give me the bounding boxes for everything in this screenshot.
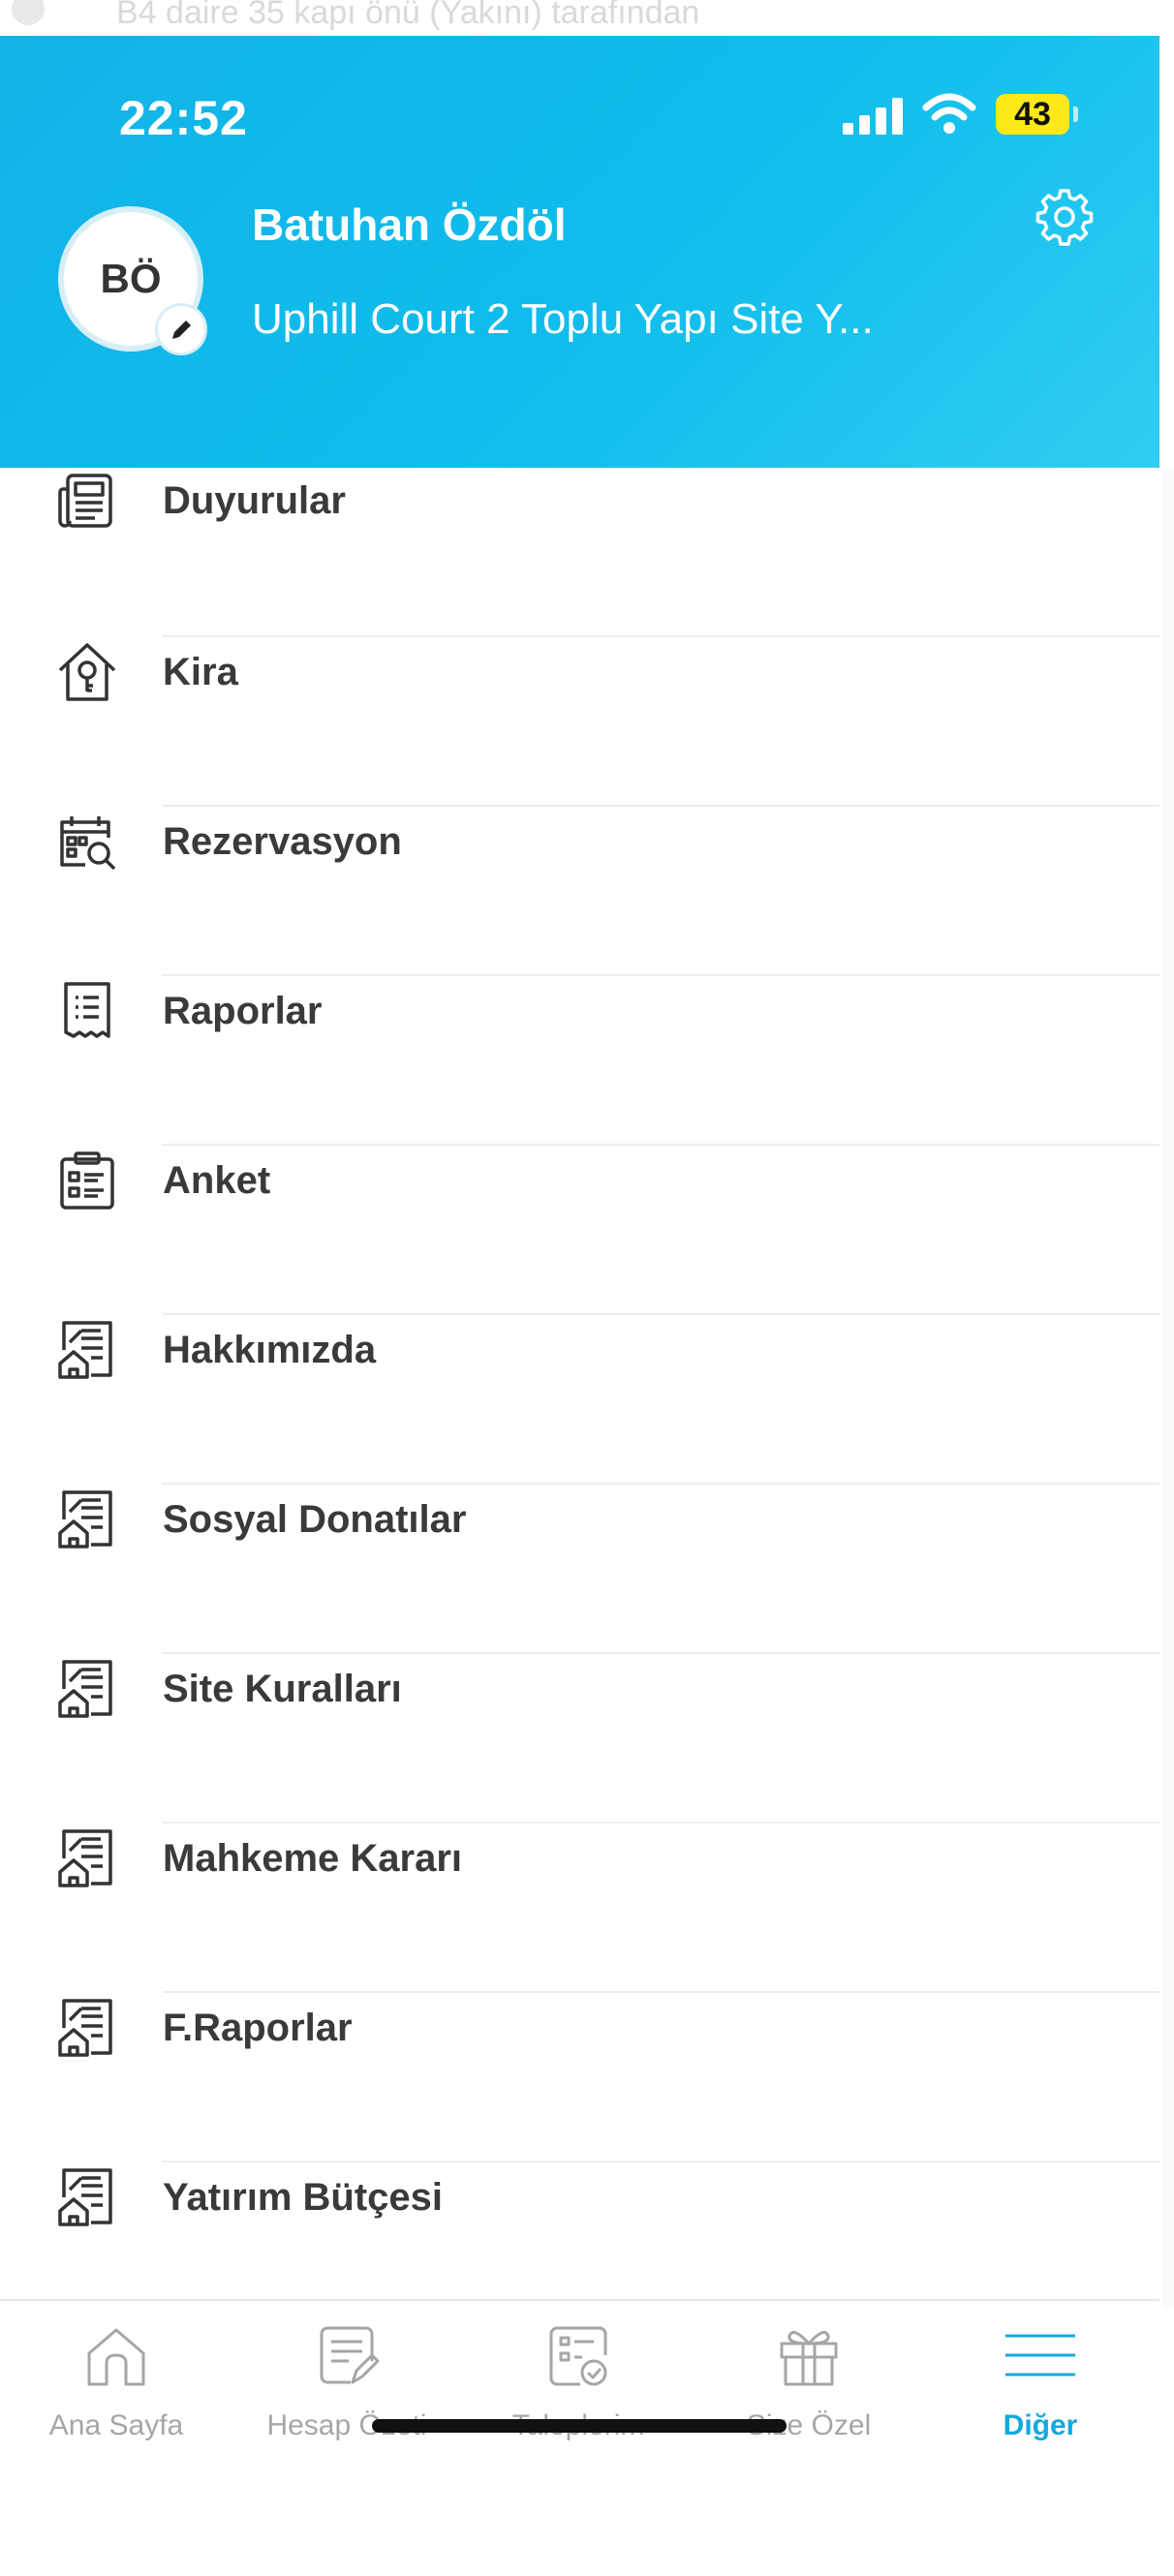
- tab-label: Ana Sayfa: [48, 2409, 184, 2441]
- tab-bar: Ana Sayfa Hesap Özeti Size Özel Diğer: [0, 2299, 1159, 2576]
- menu-item-label: Hakkımızda: [163, 1329, 377, 1371]
- menu-item-mahkeme-karari[interactable]: Mahkeme Kararı: [0, 1824, 1159, 1993]
- tab-label: Diğer: [1003, 2409, 1078, 2441]
- pencil-icon: [172, 321, 191, 339]
- menu-item-site-kurallari[interactable]: Site Kuralları: [0, 1654, 1159, 1824]
- menu-item-label: Sosyal Donatılar: [163, 1498, 467, 1541]
- menu-item-kira[interactable]: Kira: [0, 637, 1159, 807]
- menu-item-label: Duyurular: [163, 479, 346, 522]
- site-name[interactable]: Uphill Court 2 Toplu Yapı Site Y...: [252, 295, 874, 344]
- document-house-icon: [58, 1999, 112, 2057]
- newspaper-icon: [58, 474, 112, 528]
- menu-item-duyurular[interactable]: Duyurular: [0, 468, 1159, 637]
- home-icon: [87, 2328, 145, 2386]
- document-house-icon: [58, 1660, 112, 1718]
- menu-item-label: F.Raporlar: [163, 2007, 353, 2049]
- tab-hesap-ozeti[interactable]: Hesap Özeti: [231, 2301, 463, 2466]
- side-drawer: 22:52 43 BÖ Batuhan Özdöl Uphill Court 2…: [0, 36, 1159, 2576]
- gear-icon[interactable]: [1035, 187, 1095, 247]
- calendar-search-icon: [60, 816, 116, 871]
- background-notification-text: B4 daire 35 kapı önü (Yakını) tarafından: [116, 0, 700, 31]
- tab-taleplerim[interactable]: Taleplerim: [462, 2301, 695, 2466]
- user-name[interactable]: Batuhan Özdöl: [252, 199, 567, 251]
- menu-item-label: Kira: [163, 651, 238, 693]
- tab-size-ozel[interactable]: Size Özel: [693, 2301, 925, 2466]
- tab-diger[interactable]: Diğer: [924, 2301, 1157, 2466]
- menu-item-sosyal-donatilar[interactable]: Sosyal Donatılar: [0, 1485, 1159, 1654]
- menu-item-label: Site Kuralları: [163, 1668, 402, 1710]
- home-indicator: [372, 2419, 787, 2433]
- notes-icon: [320, 2326, 380, 2384]
- clipboard-icon: [60, 1151, 114, 1210]
- document-house-icon: [58, 1321, 112, 1379]
- receipt-icon: [64, 982, 110, 1038]
- wifi-icon: [922, 93, 976, 134]
- menu-item-hakkimizda[interactable]: Hakkımızda: [0, 1315, 1159, 1485]
- document-house-icon: [58, 2168, 112, 2226]
- battery-tip: [1073, 107, 1078, 122]
- menu-icon: [1005, 2334, 1075, 2377]
- menu-item-label: Rezervasyon: [163, 820, 402, 863]
- menu-item-raporlar[interactable]: Raporlar: [0, 976, 1159, 1146]
- tab-ana-sayfa[interactable]: Ana Sayfa: [0, 2301, 232, 2466]
- status-icons: 43: [843, 92, 1085, 137]
- document-house-icon: [58, 1490, 112, 1549]
- menu-item-rezervasyon[interactable]: Rezervasyon: [0, 807, 1159, 976]
- battery-indicator: 43: [996, 94, 1069, 135]
- menu-item-anket[interactable]: Anket: [0, 1146, 1159, 1315]
- background-edge: [1162, 469, 1174, 2309]
- house-key-icon: [58, 643, 116, 701]
- menu-item-f-raporlar[interactable]: F.Raporlar: [0, 1993, 1159, 2162]
- checklist-icon: [549, 2326, 607, 2386]
- background-avatar: [12, 0, 45, 25]
- gift-icon: [780, 2330, 838, 2386]
- status-time: 22:52: [119, 91, 248, 145]
- signal-icon: [843, 98, 905, 135]
- drawer-header: 22:52 43 BÖ Batuhan Özdöl Uphill Court 2…: [0, 36, 1159, 468]
- avatar-edit-button[interactable]: [155, 303, 207, 355]
- menu-item-label: Mahkeme Kararı: [163, 1837, 463, 1880]
- menu-item-label: Anket: [163, 1159, 271, 1202]
- document-house-icon: [58, 1829, 112, 1887]
- drawer-menu: Duyurular Kira Rezervasyon Raporlar Anke…: [0, 468, 1159, 2332]
- menu-item-label: Raporlar: [163, 990, 323, 1032]
- menu-item-label: Yatırım Bütçesi: [163, 2176, 444, 2219]
